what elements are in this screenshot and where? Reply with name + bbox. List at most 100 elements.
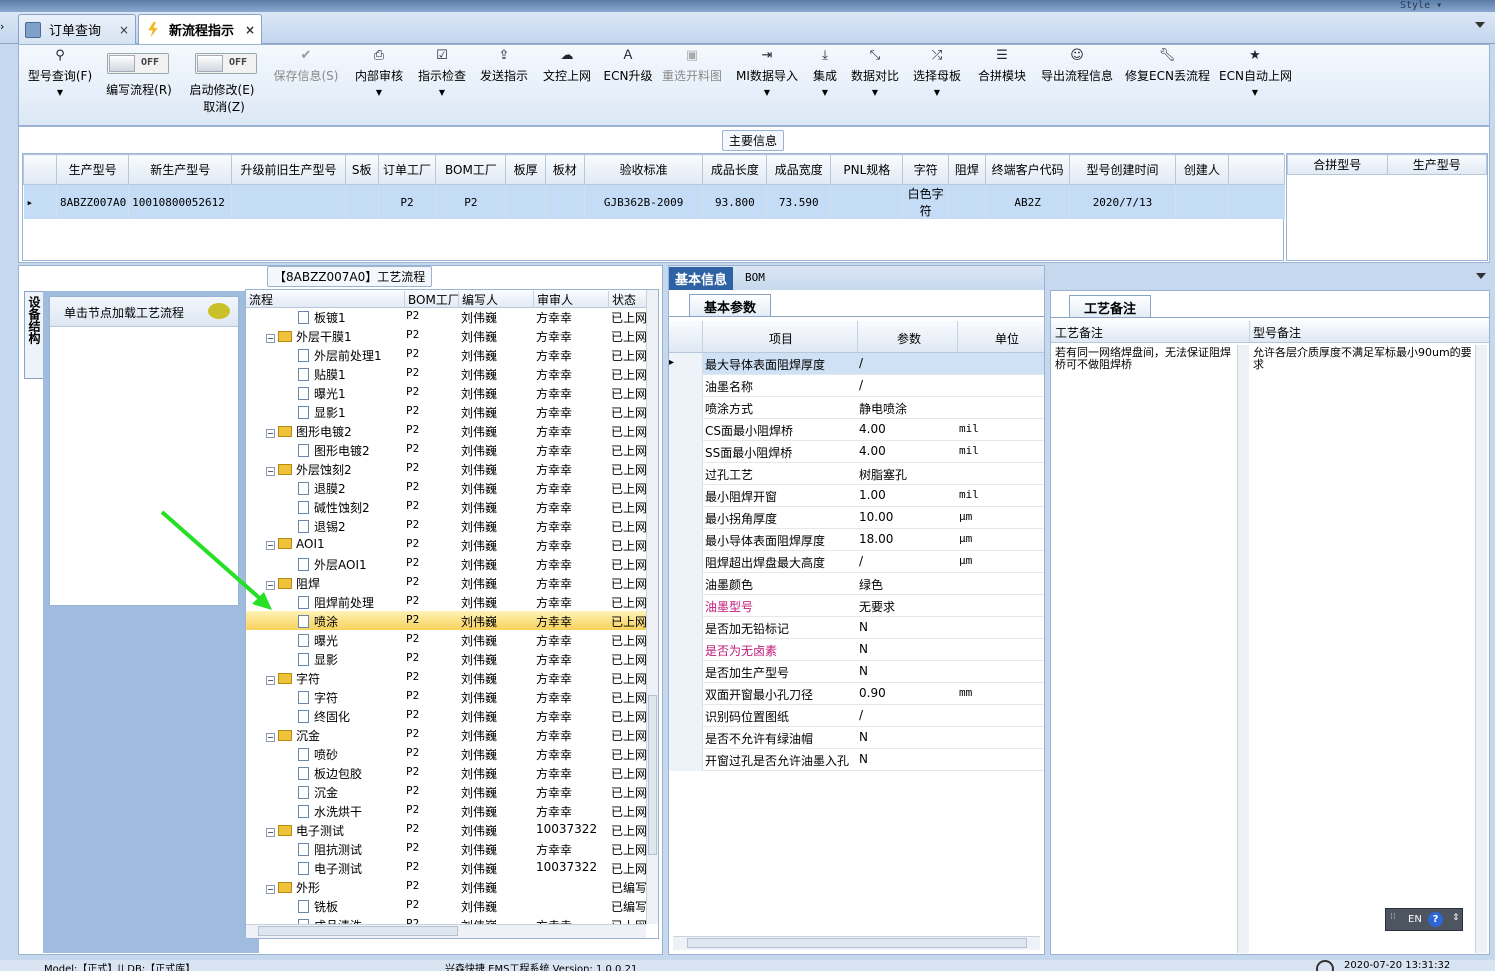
send-instruction-button[interactable]: ⇪ 发送指示 bbox=[477, 47, 531, 84]
param-row[interactable]: 是否不允许有绿油帽 N bbox=[669, 727, 1044, 749]
tree-leaf-node[interactable]: 外层前处理1 P2 刘伟巍 方幸幸 已上网 bbox=[246, 345, 647, 364]
param-value[interactable]: 4.00 bbox=[859, 444, 886, 458]
param-row[interactable]: 最小导体表面阻焊厚度 18.00 μm bbox=[669, 529, 1044, 551]
collapse-icon[interactable]: − bbox=[266, 733, 275, 742]
param-row[interactable]: 油墨颜色 绿色 bbox=[669, 573, 1044, 595]
param-value[interactable]: 0.90 bbox=[859, 686, 886, 700]
param-row[interactable]: 是否加生产型号 N bbox=[669, 661, 1044, 683]
nav-header[interactable]: 单击节点加载工艺流程 bbox=[50, 297, 238, 327]
tree-leaf-node[interactable]: 显影 P2 刘伟巍 方幸幸 已上网 bbox=[246, 649, 647, 668]
column-header[interactable]: 流程 bbox=[246, 291, 273, 308]
column-header[interactable]: 成品长度 bbox=[702, 154, 768, 185]
row-selector[interactable] bbox=[669, 595, 703, 617]
internal-review-button[interactable]: ⎙ 内部审核 ▼ bbox=[353, 47, 405, 97]
model-remark-scrollbar[interactable] bbox=[1475, 345, 1487, 953]
column-header[interactable]: PNL规格 bbox=[830, 154, 904, 185]
start-modify-toggle[interactable]: OFF bbox=[195, 53, 257, 74]
row-selector-header[interactable] bbox=[23, 154, 57, 185]
collapse-icon[interactable]: − bbox=[266, 676, 275, 685]
column-header[interactable]: 板厚 bbox=[505, 154, 546, 185]
tree-leaf-node[interactable]: 字符 P2 刘伟巍 方幸幸 已上网 bbox=[246, 687, 647, 706]
tree-leaf-node[interactable]: 终固化 P2 刘伟巍 方幸幸 已上网 bbox=[246, 706, 647, 725]
param-row[interactable]: ▸ 最大导体表面阻焊厚度 / bbox=[669, 353, 1044, 375]
column-header[interactable]: 生产型号 bbox=[55, 154, 130, 185]
column-header[interactable]: 终端客户代码 bbox=[984, 154, 1071, 185]
row-selector[interactable] bbox=[669, 507, 703, 529]
ecn-auto-upload-button[interactable]: ★ ECN自动上网 ▼ bbox=[1219, 47, 1292, 97]
param-row[interactable]: 油墨名称 / bbox=[669, 375, 1044, 397]
param-value[interactable]: 1.00 bbox=[859, 488, 886, 502]
model-remark-text[interactable]: 允许各层介质厚度不满足军标最小90um的要求 bbox=[1253, 347, 1473, 371]
tab-order-query[interactable]: 订单查询 × bbox=[18, 14, 136, 44]
tree-leaf-node[interactable]: 电子测试 P2 刘伟巍 10037322 已上网 bbox=[246, 858, 647, 877]
tree-leaf-node[interactable]: 碱性蚀刻2 P2 刘伟巍 方幸幸 已上网 bbox=[246, 497, 647, 516]
close-icon[interactable]: × bbox=[119, 23, 129, 37]
tab-basic-info[interactable]: 基本信息 bbox=[669, 267, 734, 290]
param-row[interactable]: 识别码位置图纸 / bbox=[669, 705, 1044, 727]
collapse-icon[interactable]: − bbox=[266, 885, 275, 894]
collapse-icon[interactable]: − bbox=[266, 467, 275, 476]
tree-leaf-node[interactable]: 图形电镀2 P2 刘伟巍 方幸幸 已上网 bbox=[246, 440, 647, 459]
tree-leaf-node[interactable]: 阻焊前处理 P2 刘伟巍 方幸幸 已上网 bbox=[246, 592, 647, 611]
param-row[interactable]: 过孔工艺 树脂塞孔 bbox=[669, 463, 1044, 485]
tree-leaf-node[interactable]: 退膜2 P2 刘伟巍 方幸幸 已上网 bbox=[246, 478, 647, 497]
row-selector[interactable] bbox=[669, 463, 703, 485]
row-selector[interactable] bbox=[669, 727, 703, 749]
tree-leaf-node[interactable]: 贴膜1 P2 刘伟巍 方幸幸 已上网 bbox=[246, 364, 647, 383]
row-selector[interactable] bbox=[669, 397, 703, 419]
param-value[interactable]: / bbox=[859, 378, 863, 392]
column-header[interactable]: BOM工厂 bbox=[435, 154, 507, 185]
column-header[interactable]: 参数 bbox=[897, 330, 921, 347]
param-value[interactable]: N bbox=[859, 752, 868, 766]
tab-new-flow[interactable]: 新流程指示 × bbox=[138, 14, 262, 44]
param-row[interactable]: 最小拐角厚度 10.00 μm bbox=[669, 507, 1044, 529]
tree-group-node[interactable]: − 字符 P2 刘伟巍 方幸幸 已上网 bbox=[246, 668, 647, 687]
row-selector[interactable] bbox=[669, 551, 703, 573]
mi-import-button[interactable]: ⇥ MI数据导入 ▼ bbox=[735, 47, 799, 97]
tree-leaf-node[interactable]: 外层AOI1 P2 刘伟巍 方幸幸 已上网 bbox=[246, 554, 647, 573]
collapse-icon[interactable]: − bbox=[266, 334, 275, 343]
cancel-button[interactable]: 取消(Z) bbox=[199, 98, 249, 115]
column-header[interactable]: 生产型号 bbox=[1386, 154, 1487, 175]
tree-leaf-node[interactable]: 铣板 P2 刘伟巍 已编写 bbox=[246, 896, 647, 915]
tree-leaf-node[interactable]: 曝光 P2 刘伟巍 方幸幸 已上网 bbox=[246, 630, 647, 649]
param-row[interactable]: SS面最小阻焊桥 4.00 mil bbox=[669, 441, 1044, 463]
row-selector[interactable] bbox=[669, 639, 703, 661]
column-header[interactable]: 合拼型号 bbox=[1287, 154, 1388, 175]
reselect-material-button[interactable]: ▣ 重选开料图 bbox=[661, 47, 723, 84]
tree-group-node[interactable]: − 外层干膜1 P2 刘伟巍 方幸幸 已上网 bbox=[246, 326, 647, 345]
help-icon[interactable]: ? bbox=[1428, 912, 1443, 927]
tree-group-node[interactable]: − 电子测试 P2 刘伟巍 10037322 已上网 bbox=[246, 820, 647, 839]
row-selector[interactable] bbox=[669, 705, 703, 727]
param-value[interactable]: N bbox=[859, 642, 868, 656]
tree-group-node[interactable]: − 外层蚀刻2 P2 刘伟巍 方幸幸 已上网 bbox=[246, 459, 647, 478]
row-selector[interactable]: ▸ bbox=[669, 353, 703, 375]
param-row[interactable]: 喷涂方式 静电喷涂 bbox=[669, 397, 1044, 419]
tree-leaf-node[interactable]: 喷涂 P2 刘伟巍 方幸幸 已上网 bbox=[246, 611, 647, 630]
ime-language[interactable]: EN bbox=[1408, 914, 1422, 925]
collapse-icon[interactable]: − bbox=[266, 828, 275, 837]
param-row[interactable]: 是否加无铅标记 N bbox=[669, 617, 1044, 639]
param-value[interactable]: N bbox=[859, 730, 868, 744]
param-row[interactable]: 最小阻焊开窗 1.00 mil bbox=[669, 485, 1044, 507]
params-horizontal-scrollbar[interactable] bbox=[673, 936, 1040, 950]
column-header[interactable]: 工艺备注 bbox=[1055, 324, 1103, 341]
column-header[interactable]: 状态 bbox=[608, 291, 636, 308]
tree-vertical-scrollbar[interactable] bbox=[646, 290, 658, 924]
scroll-thumb[interactable] bbox=[258, 926, 458, 936]
tree-leaf-node[interactable]: 喷砂 P2 刘伟巍 方幸幸 已上网 bbox=[246, 744, 647, 763]
save-info-button[interactable]: ✔ 保存信息(S) bbox=[271, 47, 341, 84]
param-row[interactable]: 阻焊超出焊盘最大高度 / μm bbox=[669, 551, 1044, 573]
param-value[interactable]: N bbox=[859, 620, 868, 634]
tree-leaf-node[interactable]: 曝光1 P2 刘伟巍 方幸幸 已上网 bbox=[246, 383, 647, 402]
column-header[interactable]: 订单工厂 bbox=[377, 154, 437, 185]
tree-leaf-node[interactable]: 显影1 P2 刘伟巍 方幸幸 已上网 bbox=[246, 402, 647, 421]
tree-leaf-node[interactable]: 水洗烘干 P2 刘伟巍 方幸幸 已上网 bbox=[246, 801, 647, 820]
merge-module-button[interactable]: ☰ 合拼模块 bbox=[975, 47, 1029, 84]
param-row[interactable]: 是否为无卤素 N bbox=[669, 639, 1044, 661]
param-value[interactable]: 树脂塞孔 bbox=[859, 466, 907, 483]
param-row[interactable]: CS面最小阻焊桥 4.00 mil bbox=[669, 419, 1044, 441]
model-query-button[interactable]: ⚲ 型号查询(F) ▼ bbox=[25, 47, 95, 97]
column-header[interactable]: 创建人 bbox=[1174, 154, 1230, 185]
select-mother-button[interactable]: ⤮ 选择母板 ▼ bbox=[911, 47, 963, 97]
